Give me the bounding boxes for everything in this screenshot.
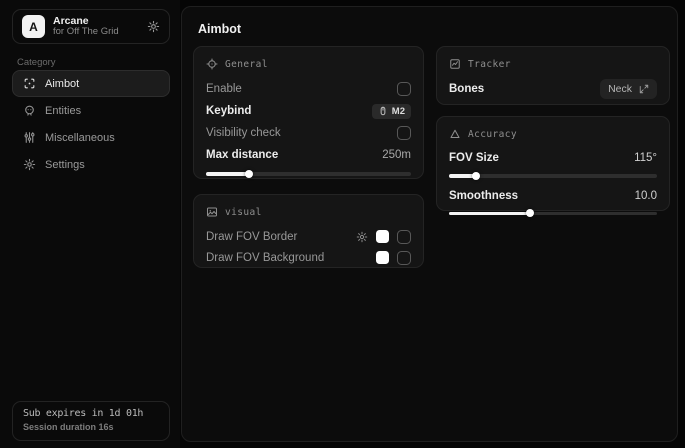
expand-icon xyxy=(639,84,649,94)
sidebar-item-miscellaneous[interactable]: Miscellaneous xyxy=(12,124,170,151)
sub-expiry-text: Sub expires in 1d 01h xyxy=(23,408,159,419)
card-title: General xyxy=(225,59,268,70)
brand-logo: A xyxy=(22,15,45,38)
tracker-card: Tracker Bones Neck xyxy=(436,46,670,105)
crosshair-icon xyxy=(206,58,218,70)
fov-background-color-swatch[interactable] xyxy=(376,251,389,264)
tracker-card-header: Tracker xyxy=(449,57,657,71)
category-label: Category xyxy=(17,57,56,68)
sidebar-item-label: Entities xyxy=(45,105,81,117)
general-card-header: General xyxy=(206,57,411,71)
bones-value: Neck xyxy=(608,83,632,95)
keybind-label: Keybind xyxy=(206,105,251,117)
slider-fill xyxy=(449,212,530,216)
sidebar-nav: Aimbot Entities xyxy=(12,70,170,178)
session-duration-text: Session duration 16s xyxy=(23,422,159,432)
card-title: Accuracy xyxy=(468,129,517,140)
subscription-info: Sub expires in 1d 01h Session duration 1… xyxy=(12,401,170,441)
keybind-value: M2 xyxy=(392,106,405,117)
fov-background-label: Draw FOV Background xyxy=(206,252,324,264)
max-distance-label: Max distance xyxy=(206,149,278,161)
entities-icon xyxy=(23,104,36,117)
sidebar-item-entities[interactable]: Entities xyxy=(12,97,170,124)
max-distance-slider[interactable] xyxy=(206,172,411,176)
smoothness-value: 10.0 xyxy=(635,190,657,202)
fov-border-color-swatch[interactable] xyxy=(376,230,389,243)
card-title: visual xyxy=(225,207,262,218)
activity-icon xyxy=(449,58,461,70)
visibility-check-row: Visibility check xyxy=(206,122,411,144)
fov-border-row: Draw FOV Border xyxy=(206,226,411,247)
smoothness-label: Smoothness xyxy=(449,190,518,202)
crosshair-icon xyxy=(23,77,36,90)
brand-card: A Arcane for Off The Grid xyxy=(12,9,170,44)
sidebar-item-label: Settings xyxy=(45,159,85,171)
image-icon xyxy=(206,206,218,218)
fov-background-row: Draw FOV Background xyxy=(206,247,411,268)
enable-row: Enable xyxy=(206,78,411,100)
card-title: Tracker xyxy=(468,59,511,70)
fov-border-controls xyxy=(356,230,411,244)
bones-row: Bones Neck xyxy=(449,78,657,100)
accuracy-card-header: Accuracy xyxy=(449,127,657,141)
accuracy-card: Accuracy FOV Size 115° Smoothness 10.0 xyxy=(436,116,670,211)
triangle-icon xyxy=(449,128,461,140)
keybind-row: Keybind M2 xyxy=(206,100,411,122)
fov-size-value: 115° xyxy=(634,152,657,164)
bones-select-button[interactable]: Neck xyxy=(600,79,657,99)
max-distance-row: Max distance 250m xyxy=(206,144,411,166)
sidebar: A Arcane for Off The Grid Category Aimbo… xyxy=(0,0,180,448)
fov-background-controls xyxy=(376,251,411,265)
visibility-check-checkbox[interactable] xyxy=(397,126,411,140)
keybind-button[interactable]: M2 xyxy=(372,104,411,119)
fov-background-checkbox[interactable] xyxy=(397,251,411,265)
sidebar-item-aimbot[interactable]: Aimbot xyxy=(12,70,170,97)
slider-thumb[interactable] xyxy=(472,172,480,180)
gear-icon[interactable] xyxy=(356,231,368,243)
enable-checkbox[interactable] xyxy=(397,82,411,96)
gear-icon[interactable] xyxy=(147,20,160,33)
smoothness-row: Smoothness 10.0 xyxy=(449,186,657,206)
sidebar-item-label: Miscellaneous xyxy=(45,132,115,144)
slider-thumb[interactable] xyxy=(245,170,253,178)
fov-size-label: FOV Size xyxy=(449,152,499,164)
visual-card-header: visual xyxy=(206,205,411,219)
max-distance-value: 250m xyxy=(382,149,411,161)
visual-card: visual Draw FOV Border Draw FOV Backgrou… xyxy=(193,194,424,268)
slider-fill xyxy=(449,174,476,178)
mouse-icon xyxy=(378,106,388,116)
fov-size-slider[interactable] xyxy=(449,174,657,178)
brand-text: Arcane for Off The Grid xyxy=(53,15,139,38)
general-card: General Enable Keybind M2 Visibility che… xyxy=(193,46,424,179)
enable-label: Enable xyxy=(206,83,242,95)
page-title: Aimbot xyxy=(198,22,241,36)
fov-border-checkbox[interactable] xyxy=(397,230,411,244)
bones-label: Bones xyxy=(449,83,484,95)
fov-border-label: Draw FOV Border xyxy=(206,231,297,243)
visibility-check-label: Visibility check xyxy=(206,127,281,139)
sliders-icon xyxy=(23,131,36,144)
sidebar-item-label: Aimbot xyxy=(45,78,79,90)
settings-gear-icon xyxy=(23,158,36,171)
smoothness-slider[interactable] xyxy=(449,212,657,216)
sidebar-item-settings[interactable]: Settings xyxy=(12,151,170,178)
slider-fill xyxy=(206,172,249,176)
main-panel: Aimbot General Enable Keybind M2 xyxy=(181,6,678,442)
brand-subtitle: for Off The Grid xyxy=(53,27,139,38)
slider-thumb[interactable] xyxy=(526,209,534,217)
fov-size-row: FOV Size 115° xyxy=(449,148,657,168)
